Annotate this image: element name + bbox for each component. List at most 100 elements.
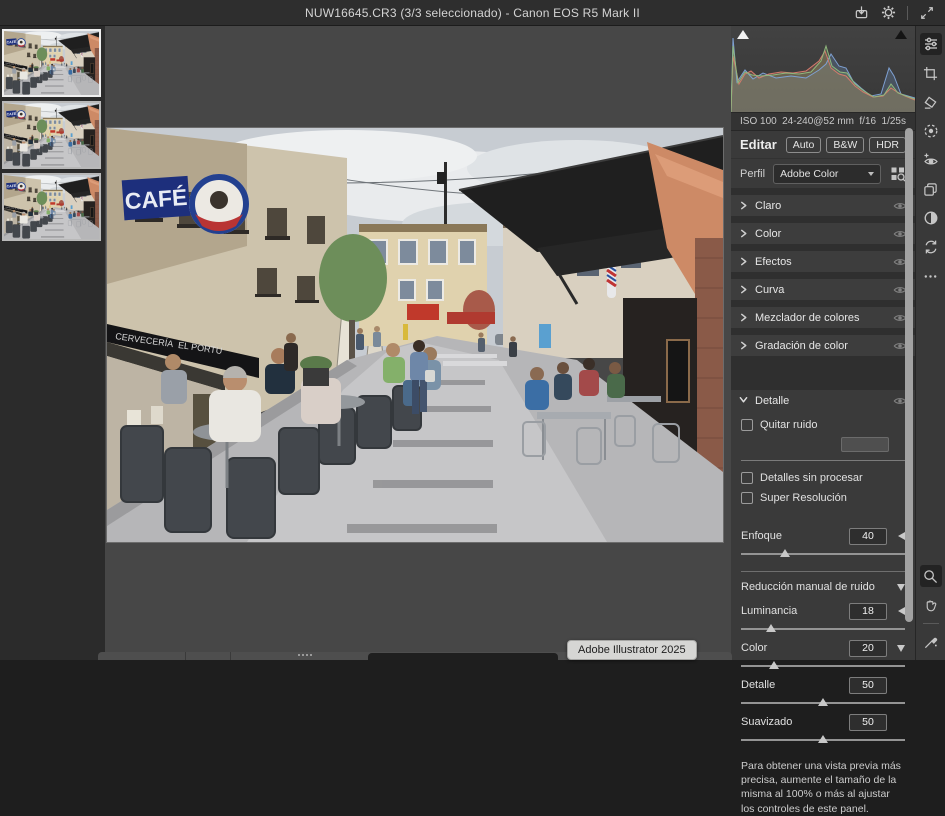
sharpen-value[interactable]: 40	[849, 528, 887, 545]
manual-noise-header[interactable]: Reducción manual de ruido	[741, 571, 905, 593]
slider-thumb[interactable]	[780, 549, 790, 557]
profile-row: Perfil Adobe Color	[731, 158, 915, 188]
filmstrip	[0, 26, 105, 660]
titlebar-actions	[853, 0, 935, 25]
exif-bar: ISO 100 24-240@52 mm f/16 1/25s	[731, 112, 915, 131]
slider-thumb[interactable]	[766, 624, 776, 632]
section-claro[interactable]: Claro	[731, 195, 915, 216]
chevron-right-icon	[739, 313, 748, 322]
thumbnail-3[interactable]	[2, 173, 101, 241]
remove-heal-tool-icon[interactable]	[920, 91, 942, 113]
settings-gear-icon[interactable]	[880, 4, 897, 21]
shadow-clipping-icon[interactable]	[737, 30, 749, 39]
checkbox-icon[interactable]	[741, 472, 753, 484]
thumbnail-1[interactable]	[2, 29, 101, 97]
slider-thumb[interactable]	[818, 698, 828, 706]
dock-tooltip: Adobe Illustrator 2025	[567, 640, 697, 660]
divider	[741, 460, 905, 461]
edit-tool-icon[interactable]	[920, 33, 942, 55]
dock-separator	[185, 652, 186, 660]
expand-left-icon[interactable]	[898, 532, 905, 540]
smoothness-slider-row: Suavizado 50	[741, 714, 905, 730]
more-options-icon[interactable]	[920, 265, 942, 287]
denoise-checkbox-row[interactable]: Quitar ruido	[741, 417, 905, 433]
dock-icon	[298, 654, 312, 660]
adjustment-brush-icon[interactable]	[920, 631, 942, 653]
chevron-right-icon	[739, 285, 748, 294]
exif-lens: 24-240@52 mm	[782, 116, 854, 127]
sharpen-slider-row: Enfoque 40	[741, 528, 905, 544]
sync-settings-icon[interactable]	[920, 236, 942, 258]
expand-left-icon[interactable]	[898, 607, 905, 615]
sharpen-slider[interactable]	[741, 553, 905, 555]
detail-value[interactable]: 50	[849, 677, 887, 694]
section-color[interactable]: Color	[731, 223, 915, 244]
slider-thumb[interactable]	[818, 735, 828, 743]
zoom-tool-icon[interactable]	[920, 565, 942, 587]
thumbnail-2[interactable]	[2, 101, 101, 169]
chevron-right-icon	[739, 341, 748, 350]
tools-sidebar	[915, 26, 945, 660]
detail-section: Detalle Quitar ruido Detalles sin proces…	[731, 390, 915, 660]
window-title: NUW16645.CR3 (3/3 seleccionado) - Canon …	[305, 6, 640, 20]
auto-button[interactable]: Auto	[786, 137, 822, 153]
exif-shutter: 1/25s	[882, 116, 906, 127]
chevron-right-icon	[739, 201, 748, 210]
slider-thumb[interactable]	[769, 661, 779, 669]
photo-preview[interactable]	[107, 128, 723, 542]
detail-slider-row: Detalle 50	[741, 677, 905, 693]
profile-browser-icon[interactable]	[889, 165, 906, 182]
section-detalle[interactable]: Detalle	[731, 390, 915, 411]
luminance-slider[interactable]	[741, 628, 905, 630]
checkbox-icon[interactable]	[741, 419, 753, 431]
section-mezclador[interactable]: Mezclador de colores	[731, 307, 915, 328]
chevron-down-icon	[739, 395, 748, 407]
checkbox-icon[interactable]	[741, 492, 753, 504]
collapse-down-icon[interactable]	[897, 584, 905, 591]
fullscreen-icon[interactable]	[918, 4, 935, 21]
section-gradacion[interactable]: Gradación de color	[731, 335, 915, 356]
dock-icon[interactable]	[368, 653, 558, 660]
histogram[interactable]	[731, 26, 915, 112]
chevron-right-icon	[739, 229, 748, 238]
smoothness-slider[interactable]	[741, 739, 905, 741]
main-area: ISO 100 24-240@52 mm f/16 1/25s Editar A…	[0, 26, 945, 660]
color-noise-slider-row: Color 20	[741, 640, 905, 656]
toolbar-separator	[923, 623, 939, 624]
panel-scrollbar[interactable]	[905, 128, 913, 622]
save-download-icon[interactable]	[853, 4, 870, 21]
red-eye-tool-icon[interactable]	[920, 149, 942, 171]
exif-iso: ISO 100	[740, 116, 777, 127]
hand-tool-icon[interactable]	[920, 594, 942, 616]
hdr-button[interactable]: HDR	[869, 137, 906, 153]
highlight-clipping-icon[interactable]	[895, 30, 907, 39]
luminance-value[interactable]: 18	[849, 603, 887, 620]
smoothness-value[interactable]: 50	[849, 714, 887, 731]
denoise-amount-box	[841, 437, 889, 452]
raw-details-checkbox-row[interactable]: Detalles sin procesar	[741, 470, 905, 486]
color-noise-slider[interactable]	[741, 665, 905, 667]
color-noise-value[interactable]: 20	[849, 640, 887, 657]
collapse-down-icon[interactable]	[897, 645, 905, 652]
exif-aperture: f/16	[859, 116, 876, 127]
detail-slider[interactable]	[741, 702, 905, 704]
crop-tool-icon[interactable]	[920, 62, 942, 84]
section-efectos[interactable]: Efectos	[731, 251, 915, 272]
edit-title: Editar	[740, 137, 781, 152]
versions-tool-icon[interactable]	[920, 207, 942, 229]
edit-header: Editar Auto B&W HDR	[731, 131, 915, 158]
chevron-right-icon	[739, 257, 748, 266]
image-canvas	[105, 26, 731, 660]
profile-value: Adobe Color	[780, 168, 868, 180]
bw-button[interactable]: B&W	[826, 137, 864, 153]
super-resolution-checkbox-row[interactable]: Super Resolución	[741, 490, 905, 506]
presets-tool-icon[interactable]	[920, 178, 942, 200]
masking-tool-icon[interactable]	[920, 120, 942, 142]
section-curva[interactable]: Curva	[731, 279, 915, 300]
profile-select[interactable]: Adobe Color	[773, 164, 881, 184]
chevron-down-icon	[868, 172, 874, 176]
profile-label: Perfil	[740, 168, 765, 180]
luminance-slider-row: Luminancia 18	[741, 603, 905, 619]
edit-panel: ISO 100 24-240@52 mm f/16 1/25s Editar A…	[731, 26, 915, 660]
titlebar-separator	[907, 6, 908, 20]
